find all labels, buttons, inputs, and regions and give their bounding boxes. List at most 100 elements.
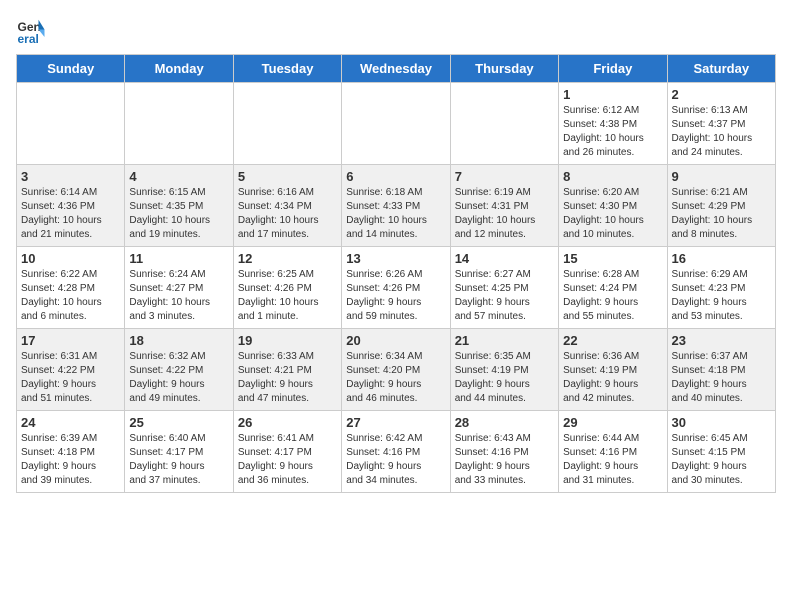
week-row-5: 24 Sunrise: 6:39 AM Sunset: 4:18 PM Dayli… <box>17 411 776 493</box>
week-row-2: 3Sunrise: 6:14 AM Sunset: 4:36 PM Daylig… <box>17 165 776 247</box>
day-info: Sunrise: 6:27 AM Sunset: 4:25 PM Dayligh… <box>455 268 554 324</box>
day-info: Sunrise: 6:14 AM Sunset: 4:36 PM Dayligh… <box>21 186 120 242</box>
weekday-header-saturday: Saturday <box>667 55 775 83</box>
weekday-header-row: SundayMondayTuesdayWednesdayThursdayFrid… <box>17 55 776 83</box>
day-number: 10 <box>21 251 120 266</box>
day-cell: 30Sunrise: 6:45 AM Sunset: 4:15 PM Dayli… <box>667 411 775 493</box>
day-info: Sunrise: 6:13 AM Sunset: 4:37 PM Dayligh… <box>672 104 771 160</box>
day-cell: 29 Sunrise: 6:44 AM Sunset: 4:16 PM Dayli… <box>559 411 667 493</box>
weekday-header-thursday: Thursday <box>450 55 558 83</box>
day-cell: 4 Sunrise: 6:15 AM Sunset: 4:35 PM Daylig… <box>125 165 233 247</box>
weekday-header-sunday: Sunday <box>17 55 125 83</box>
day-number: 8 <box>563 169 662 184</box>
day-cell <box>342 83 450 165</box>
day-cell: 28Sunrise: 6:43 AM Sunset: 4:16 PM Dayli… <box>450 411 558 493</box>
day-cell: 10Sunrise: 6:22 AM Sunset: 4:28 PM Dayli… <box>17 247 125 329</box>
day-cell <box>17 83 125 165</box>
day-number: 7 <box>455 169 554 184</box>
header: Gen eral <box>16 16 776 46</box>
day-info: Sunrise: 6:34 AM Sunset: 4:20 PM Dayligh… <box>346 350 445 406</box>
day-number: 16 <box>672 251 771 266</box>
day-cell: 8Sunrise: 6:20 AM Sunset: 4:30 PM Daylig… <box>559 165 667 247</box>
day-cell: 15 Sunrise: 6:28 AM Sunset: 4:24 PM Dayli… <box>559 247 667 329</box>
day-info: Sunrise: 6:28 AM Sunset: 4:24 PM Dayligh… <box>563 268 662 324</box>
day-cell: 19 Sunrise: 6:33 AM Sunset: 4:21 PM Dayli… <box>233 329 341 411</box>
day-info: Sunrise: 6:36 AM Sunset: 4:19 PM Dayligh… <box>563 350 662 406</box>
day-cell: 22 Sunrise: 6:36 AM Sunset: 4:19 PM Dayli… <box>559 329 667 411</box>
day-cell: 16 Sunrise: 6:29 AM Sunset: 4:23 PM Dayli… <box>667 247 775 329</box>
calendar-table: SundayMondayTuesdayWednesdayThursdayFrid… <box>16 54 776 493</box>
day-cell: 25 Sunrise: 6:40 AM Sunset: 4:17 PM Dayli… <box>125 411 233 493</box>
day-number: 13 <box>346 251 445 266</box>
day-number: 22 <box>563 333 662 348</box>
day-number: 6 <box>346 169 445 184</box>
day-info: Sunrise: 6:15 AM Sunset: 4:35 PM Dayligh… <box>129 186 228 242</box>
day-number: 15 <box>563 251 662 266</box>
day-cell <box>233 83 341 165</box>
day-number: 5 <box>238 169 337 184</box>
weekday-header-monday: Monday <box>125 55 233 83</box>
day-cell: 14 Sunrise: 6:27 AM Sunset: 4:25 PM Dayli… <box>450 247 558 329</box>
day-number: 23 <box>672 333 771 348</box>
day-cell: 26Sunrise: 6:41 AM Sunset: 4:17 PM Dayli… <box>233 411 341 493</box>
day-number: 17 <box>21 333 120 348</box>
week-row-4: 17 Sunrise: 6:31 AM Sunset: 4:22 PM Dayli… <box>17 329 776 411</box>
day-info: Sunrise: 6:21 AM Sunset: 4:29 PM Dayligh… <box>672 186 771 242</box>
day-cell <box>450 83 558 165</box>
day-info: Sunrise: 6:24 AM Sunset: 4:27 PM Dayligh… <box>129 268 228 324</box>
day-cell: 7 Sunrise: 6:19 AM Sunset: 4:31 PM Daylig… <box>450 165 558 247</box>
logo-icon: Gen eral <box>16 16 46 46</box>
day-number: 25 <box>129 415 228 430</box>
logo: Gen eral <box>16 16 50 46</box>
day-cell <box>125 83 233 165</box>
day-cell: 9 Sunrise: 6:21 AM Sunset: 4:29 PM Daylig… <box>667 165 775 247</box>
day-info: Sunrise: 6:33 AM Sunset: 4:21 PM Dayligh… <box>238 350 337 406</box>
day-info: Sunrise: 6:40 AM Sunset: 4:17 PM Dayligh… <box>129 432 228 488</box>
day-number: 18 <box>129 333 228 348</box>
day-number: 24 <box>21 415 120 430</box>
day-number: 12 <box>238 251 337 266</box>
day-number: 29 <box>563 415 662 430</box>
weekday-header-friday: Friday <box>559 55 667 83</box>
day-cell: 6 Sunrise: 6:18 AM Sunset: 4:33 PM Daylig… <box>342 165 450 247</box>
day-info: Sunrise: 6:26 AM Sunset: 4:26 PM Dayligh… <box>346 268 445 324</box>
day-info: Sunrise: 6:42 AM Sunset: 4:16 PM Dayligh… <box>346 432 445 488</box>
weekday-header-wednesday: Wednesday <box>342 55 450 83</box>
day-number: 20 <box>346 333 445 348</box>
day-number: 11 <box>129 251 228 266</box>
day-cell: 20 Sunrise: 6:34 AM Sunset: 4:20 PM Dayli… <box>342 329 450 411</box>
day-cell: 11 Sunrise: 6:24 AM Sunset: 4:27 PM Dayli… <box>125 247 233 329</box>
day-number: 19 <box>238 333 337 348</box>
day-number: 2 <box>672 87 771 102</box>
day-info: Sunrise: 6:18 AM Sunset: 4:33 PM Dayligh… <box>346 186 445 242</box>
day-cell: 1Sunrise: 6:12 AM Sunset: 4:38 PM Daylig… <box>559 83 667 165</box>
day-cell: 17 Sunrise: 6:31 AM Sunset: 4:22 PM Dayli… <box>17 329 125 411</box>
svg-text:eral: eral <box>18 32 39 46</box>
day-number: 14 <box>455 251 554 266</box>
day-cell: 18Sunrise: 6:32 AM Sunset: 4:22 PM Dayli… <box>125 329 233 411</box>
day-info: Sunrise: 6:25 AM Sunset: 4:26 PM Dayligh… <box>238 268 337 324</box>
day-number: 9 <box>672 169 771 184</box>
day-info: Sunrise: 6:44 AM Sunset: 4:16 PM Dayligh… <box>563 432 662 488</box>
day-info: Sunrise: 6:29 AM Sunset: 4:23 PM Dayligh… <box>672 268 771 324</box>
day-cell: 5 Sunrise: 6:16 AM Sunset: 4:34 PM Daylig… <box>233 165 341 247</box>
day-info: Sunrise: 6:19 AM Sunset: 4:31 PM Dayligh… <box>455 186 554 242</box>
day-number: 1 <box>563 87 662 102</box>
day-info: Sunrise: 6:35 AM Sunset: 4:19 PM Dayligh… <box>455 350 554 406</box>
day-info: Sunrise: 6:31 AM Sunset: 4:22 PM Dayligh… <box>21 350 120 406</box>
day-cell: 13 Sunrise: 6:26 AM Sunset: 4:26 PM Dayli… <box>342 247 450 329</box>
day-info: Sunrise: 6:41 AM Sunset: 4:17 PM Dayligh… <box>238 432 337 488</box>
day-number: 28 <box>455 415 554 430</box>
day-number: 4 <box>129 169 228 184</box>
day-cell: 3Sunrise: 6:14 AM Sunset: 4:36 PM Daylig… <box>17 165 125 247</box>
day-info: Sunrise: 6:37 AM Sunset: 4:18 PM Dayligh… <box>672 350 771 406</box>
day-cell: 23 Sunrise: 6:37 AM Sunset: 4:18 PM Dayli… <box>667 329 775 411</box>
day-cell: 24 Sunrise: 6:39 AM Sunset: 4:18 PM Dayli… <box>17 411 125 493</box>
day-cell: 2 Sunrise: 6:13 AM Sunset: 4:37 PM Daylig… <box>667 83 775 165</box>
day-cell: 27Sunrise: 6:42 AM Sunset: 4:16 PM Dayli… <box>342 411 450 493</box>
day-cell: 12 Sunrise: 6:25 AM Sunset: 4:26 PM Dayli… <box>233 247 341 329</box>
week-row-1: 1Sunrise: 6:12 AM Sunset: 4:38 PM Daylig… <box>17 83 776 165</box>
weekday-header-tuesday: Tuesday <box>233 55 341 83</box>
day-info: Sunrise: 6:39 AM Sunset: 4:18 PM Dayligh… <box>21 432 120 488</box>
day-info: Sunrise: 6:16 AM Sunset: 4:34 PM Dayligh… <box>238 186 337 242</box>
